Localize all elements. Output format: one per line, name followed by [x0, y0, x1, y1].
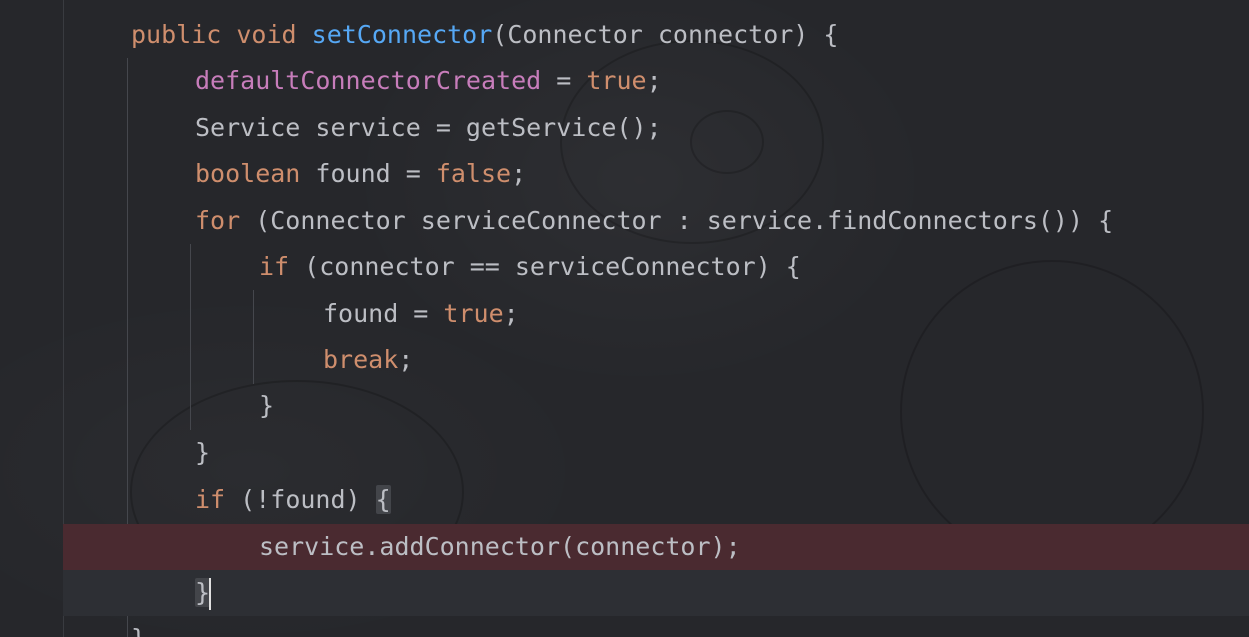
code-line[interactable]: break; [0, 337, 1249, 383]
method-token: setConnector [311, 20, 493, 49]
code-line[interactable]: if (!found) { [0, 477, 1249, 523]
code-editor[interactable]: public void setConnector(Connector conne… [0, 0, 1249, 637]
code-line[interactable]: defaultConnectorCreated = true; [0, 58, 1249, 104]
code-line[interactable]: public void setConnector(Connector conne… [0, 12, 1249, 58]
code-line[interactable]: service.addConnector(connector); [63, 524, 1249, 570]
code-token: ; [398, 345, 414, 374]
code-line[interactable]: } [0, 383, 1249, 429]
code-text: break; [323, 337, 413, 383]
code-token: service.addConnector(connector); [259, 532, 741, 561]
code-token: found = [300, 159, 436, 188]
code-token: ; [503, 299, 519, 328]
text-caret [209, 578, 212, 610]
code-line[interactable]: if (connector == serviceConnector) { [0, 244, 1249, 290]
code-text: if (connector == serviceConnector) { [259, 244, 801, 290]
code-text: service.addConnector(connector); [259, 524, 741, 570]
matched-brace: } [195, 578, 211, 607]
code-text: for (Connector serviceConnector : servic… [195, 198, 1113, 244]
code-text: } [195, 570, 212, 616]
keyword-token: public [131, 20, 222, 49]
code-text: boolean found = false; [195, 151, 526, 197]
code-token: } [195, 438, 211, 467]
code-text: defaultConnectorCreated = true; [195, 58, 662, 104]
code-token: ; [646, 66, 662, 95]
code-line[interactable]: Service service = getService(); [0, 105, 1249, 151]
code-line[interactable]: } [63, 570, 1249, 616]
field-token: defaultConnectorCreated [195, 66, 542, 95]
code-text: } [131, 616, 146, 637]
code-token: (connector == serviceConnector) { [289, 252, 801, 281]
keyword-token: false [435, 159, 512, 188]
code-line[interactable]: } [0, 430, 1249, 476]
code-token: Service service = getService(); [195, 113, 662, 142]
code-token: (Connector serviceConnector : service.fi… [240, 206, 1114, 235]
keyword-token: for [195, 206, 241, 235]
code-token: } [131, 624, 146, 637]
code-line[interactable]: found = true; [0, 291, 1249, 337]
keyword-token: break [323, 345, 399, 374]
keyword-token: void [236, 20, 297, 49]
keyword-token: true [443, 299, 504, 328]
code-text: Service service = getService(); [195, 105, 662, 151]
code-text: found = true; [323, 291, 519, 337]
keyword-token: true [586, 66, 647, 95]
code-token: = [541, 66, 587, 95]
code-token: found = [323, 299, 444, 328]
code-line[interactable]: for (Connector serviceConnector : servic… [0, 198, 1249, 244]
code-text: } [195, 430, 210, 476]
code-line[interactable]: boolean found = false; [0, 151, 1249, 197]
code-token: (Connector connector) { [492, 20, 839, 49]
code-line[interactable]: } [0, 616, 1249, 637]
code-text: if (!found) { [195, 477, 391, 523]
code-token: (!found) [225, 485, 376, 514]
code-token: ; [511, 159, 527, 188]
code-token: } [259, 391, 275, 420]
keyword-token: boolean [195, 159, 301, 188]
code-text: public void setConnector(Connector conne… [131, 12, 838, 58]
keyword-token: if [195, 485, 226, 514]
matched-brace: { [375, 485, 391, 514]
keyword-token: if [259, 252, 290, 281]
code-text: } [259, 383, 274, 429]
